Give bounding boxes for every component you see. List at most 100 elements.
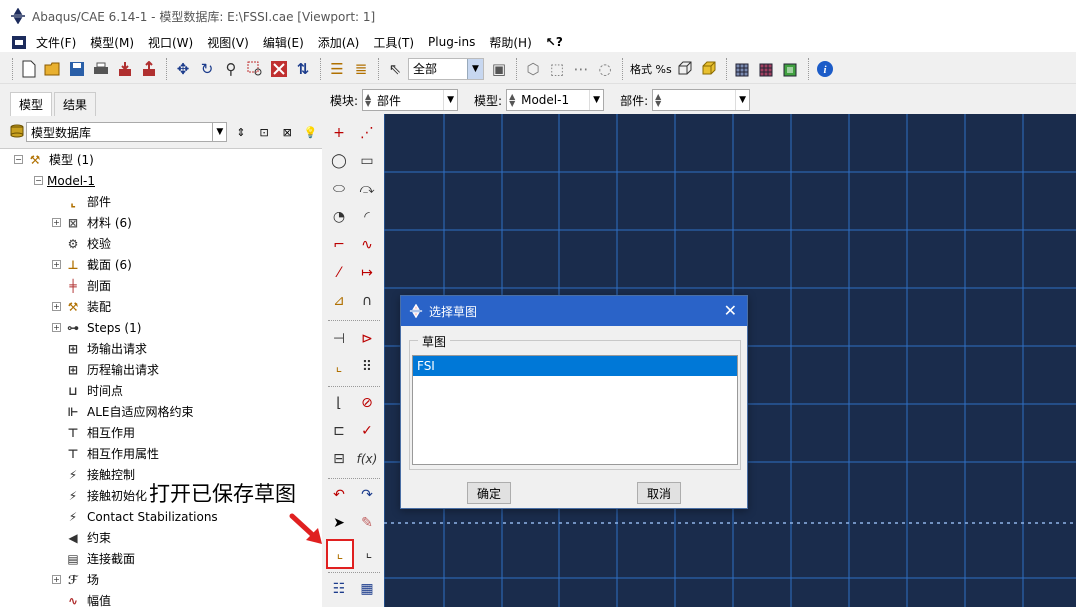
open-folder-icon[interactable] xyxy=(42,58,64,80)
constraint-icon[interactable]: ⊿ xyxy=(326,288,352,314)
menu-edit[interactable]: 编辑(E) xyxy=(263,34,304,51)
undo-icon[interactable]: ↶ xyxy=(326,482,352,508)
print-icon[interactable] xyxy=(90,58,112,80)
database-select[interactable]: 模型数据库 ▼ xyxy=(26,122,228,142)
spinner-icon[interactable]: ▲ ▼ xyxy=(365,93,371,108)
auto-trim-icon[interactable]: ✓ xyxy=(354,418,380,444)
rectangle-icon[interactable]: ▭ xyxy=(354,148,380,174)
menu-tools[interactable]: 工具(T) xyxy=(373,34,414,51)
mesh-green-icon[interactable] xyxy=(780,58,802,80)
format-label[interactable]: 格式 %s xyxy=(630,61,672,77)
menu-add[interactable]: 添加(A) xyxy=(318,34,360,51)
upload-icon[interactable] xyxy=(138,58,160,80)
expand-icon[interactable]: + xyxy=(52,260,61,269)
save-icon[interactable] xyxy=(66,58,88,80)
arc-tangent-icon[interactable]: ⤼ xyxy=(354,176,380,202)
save-sketch-button[interactable]: ⌞ xyxy=(356,540,382,566)
chevron-down-icon[interactable]: ▼ xyxy=(443,90,457,110)
auto-fit-icon[interactable] xyxy=(268,58,290,80)
ellipse-icon[interactable]: ⬭ xyxy=(326,176,352,202)
menu-help[interactable]: 帮助(H) xyxy=(489,34,531,51)
mesh-cube-icon[interactable] xyxy=(732,58,754,80)
chevron-down-icon[interactable]: ▼ xyxy=(467,58,483,79)
construction-line-icon[interactable]: ⁄ xyxy=(326,260,352,286)
menu-viewport[interactable]: 视口(W) xyxy=(148,34,193,51)
tree-item[interactable]: ⊩ ALE自适应网格约束 xyxy=(0,401,322,422)
move-icon[interactable]: ⌞ xyxy=(326,354,352,380)
function-icon[interactable]: f(x) xyxy=(354,446,380,472)
arc-three-point-icon[interactable]: ◜ xyxy=(354,204,380,230)
expand-icon[interactable]: + xyxy=(52,575,61,584)
node-select-icon[interactable]: ⋯ xyxy=(570,58,592,80)
sort-updown-icon[interactable]: ⇕ xyxy=(231,122,250,142)
mesh-shaded-icon[interactable] xyxy=(756,58,778,80)
chevron-down-icon[interactable]: ▼ xyxy=(735,90,749,110)
tree-item[interactable]: + ⊠ 材料 (6) xyxy=(0,212,322,233)
sketch-grid-icon[interactable]: ▦ xyxy=(354,576,380,602)
box-zoom-icon[interactable] xyxy=(244,58,266,80)
sketch-list-item[interactable]: FSI xyxy=(413,356,737,376)
info-icon[interactable]: i xyxy=(814,58,836,80)
tree-item[interactable]: ⊤ 相互作用属性 xyxy=(0,443,322,464)
mirror-icon[interactable]: ⊣ xyxy=(326,326,352,352)
layers-icon[interactable]: ≣ xyxy=(350,58,372,80)
dialog-title-bar[interactable]: 选择草图 ✕ xyxy=(401,296,747,326)
menu-plugins[interactable]: Plug-ins xyxy=(428,35,475,49)
tree-options-icon[interactable]: ⊠ xyxy=(278,122,297,142)
arc-center-icon[interactable]: ◔ xyxy=(326,204,352,230)
collapse-icon[interactable]: − xyxy=(14,155,23,164)
lightbulb-icon[interactable]: 💡 xyxy=(301,122,320,142)
point-icon[interactable]: + xyxy=(326,120,352,146)
polyline-icon[interactable]: ⋰ xyxy=(354,120,380,146)
tree-item[interactable]: + ℱ 场 xyxy=(0,569,322,590)
close-icon[interactable]: ✕ xyxy=(724,301,737,320)
part-combo[interactable]: ▲ ▼ ▼ xyxy=(652,89,751,111)
menu-view[interactable]: 视图(V) xyxy=(207,34,249,51)
context-help-icon[interactable]: ↖? xyxy=(546,35,563,49)
selection-filter-combo[interactable]: 全部 ▼ xyxy=(408,57,484,80)
chevron-down-icon[interactable]: ▼ xyxy=(589,90,603,110)
fillet-icon[interactable]: ⌐ xyxy=(326,232,352,258)
dimension-icon[interactable]: ↦ xyxy=(354,260,380,286)
expand-icon[interactable]: + xyxy=(52,218,61,227)
extend-icon[interactable]: ⊘ xyxy=(354,390,380,416)
tree-item[interactable]: ⊔ 时间点 xyxy=(0,380,322,401)
tree-item[interactable]: + ⊶ Steps (1) xyxy=(0,317,322,338)
expand-icon[interactable]: + xyxy=(52,323,61,332)
tree-item[interactable]: ⚡ Contact Stabilizations xyxy=(0,506,322,527)
tree-item[interactable]: − ⚒ 模型 (1) xyxy=(0,149,322,170)
view-cube-icon[interactable]: ⬡ xyxy=(522,58,544,80)
tree-item[interactable]: + ⊥ 截面 (6) xyxy=(0,254,322,275)
menu-file[interactable]: 文件(F) xyxy=(36,34,76,51)
box-select-icon[interactable]: ⬚ xyxy=(546,58,568,80)
tree-item[interactable]: ⚙ 校验 xyxy=(0,233,322,254)
lasso-icon[interactable]: ◌ xyxy=(594,58,616,80)
select-arrow-icon[interactable]: ➤ xyxy=(326,510,352,536)
tab-model[interactable]: 模型 xyxy=(10,92,53,116)
eraser-icon[interactable]: ✎ xyxy=(354,510,380,536)
circle-icon[interactable]: ◯ xyxy=(326,148,352,174)
rotate-icon[interactable]: ↻ xyxy=(196,58,218,80)
grid-dots-icon[interactable]: ⠿ xyxy=(354,354,380,380)
spinner-icon[interactable]: ▲ ▼ xyxy=(509,93,515,108)
offset-curve-icon[interactable]: ∩ xyxy=(354,288,380,314)
tree-item[interactable]: ⊤ 相互作用 xyxy=(0,422,322,443)
tree-item[interactable]: ◀ 约束 xyxy=(0,527,322,548)
expand-icon[interactable]: + xyxy=(52,302,61,311)
tree-item[interactable]: ⊞ 场输出请求 xyxy=(0,338,322,359)
download-icon[interactable] xyxy=(114,58,136,80)
shaded-cube-icon[interactable] xyxy=(698,58,720,80)
module-combo[interactable]: ▲ ▼ 部件 ▼ xyxy=(362,89,459,111)
tree-item[interactable]: ▤ 连接截面 xyxy=(0,548,322,569)
tree-item[interactable]: ╪ 剖面 xyxy=(0,275,322,296)
menu-model[interactable]: 模型(M) xyxy=(90,34,134,51)
ok-button[interactable]: 确定 xyxy=(467,482,511,504)
tab-results[interactable]: 结果 xyxy=(54,92,97,116)
model-combo[interactable]: ▲ ▼ Model-1 ▼ xyxy=(506,89,605,111)
parameter-icon[interactable]: ⊟ xyxy=(326,446,352,472)
tree-item[interactable]: + ⚒ 装配 xyxy=(0,296,322,317)
tree-item[interactable]: ⌞ 部件 xyxy=(0,191,322,212)
open-saved-sketch-button[interactable]: ⌞ xyxy=(326,539,354,569)
sketch-options-icon[interactable]: ☷ xyxy=(326,576,352,602)
reflect-icon[interactable]: ⊳ xyxy=(354,326,380,352)
